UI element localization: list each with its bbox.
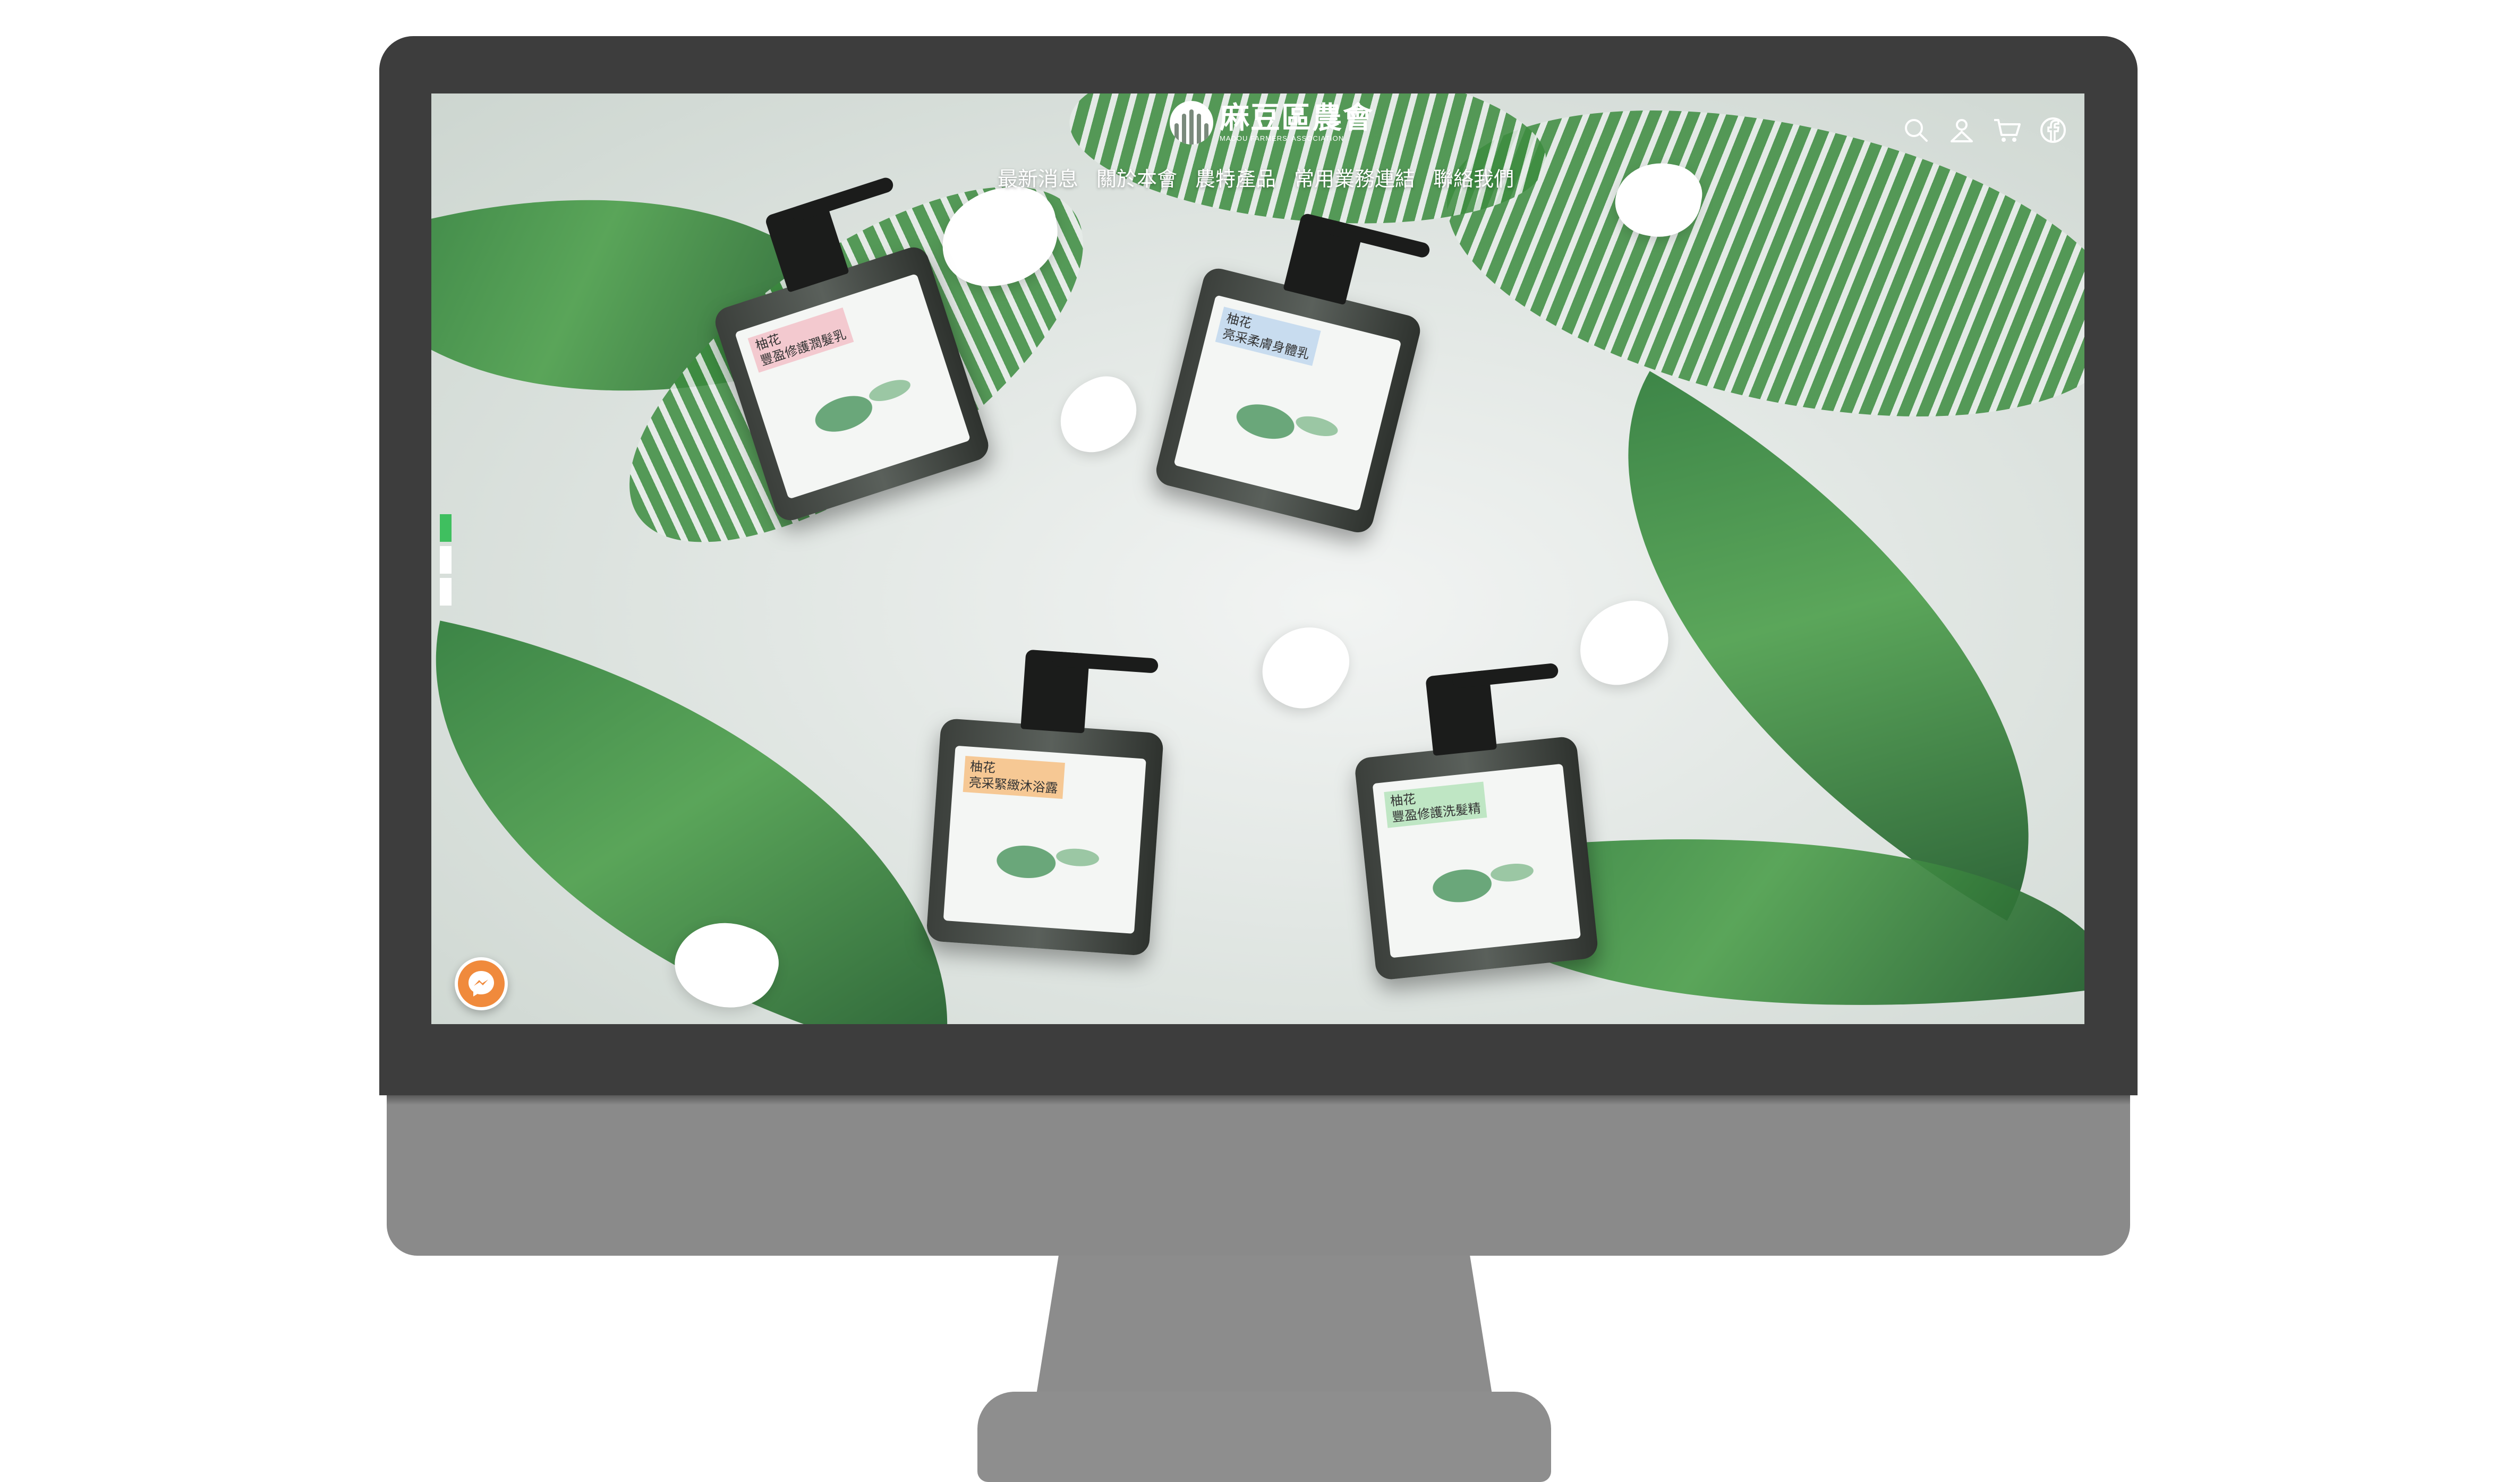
flower-petal — [1249, 610, 1361, 724]
search-icon[interactable] — [1901, 115, 1931, 146]
website-screen: 柚花 豐盈修護潤髮乳 柚花 亮采柔膚身體乳 柚花 亮采緊緻沐浴露 柚花 豐盈修護… — [431, 93, 2084, 1024]
nav-item-services[interactable]: 常用業務連結 — [1294, 163, 1415, 192]
main-navigation: 最新消息 關於本會 農特產品 常用業務連結 聯絡我們 — [998, 163, 1514, 192]
hero-background: 柚花 豐盈修護潤髮乳 柚花 亮采柔膚身體乳 柚花 亮采緊緻沐浴露 柚花 豐盈修護… — [431, 93, 2084, 1024]
logo-text: 麻豆區農會 MADOU FARMERS' ASSOCIATION — [1220, 103, 1374, 143]
logo-name-zh: 麻豆區農會 — [1220, 101, 1374, 135]
member-icon[interactable] — [1946, 115, 1977, 146]
product-bottle: 柚花 亮采緊緻沐浴露 — [925, 644, 1169, 956]
product-label: 柚花 豐盈修護洗髮精 — [1372, 763, 1581, 958]
monitor-chin — [387, 1095, 2130, 1256]
facebook-icon[interactable] — [2038, 115, 2068, 146]
monitor-stand-base — [977, 1392, 1551, 1482]
messenger-icon — [469, 971, 494, 996]
slide-indicator-2[interactable] — [440, 546, 452, 574]
product-illustration — [956, 801, 1132, 893]
logo-mark-icon — [1170, 101, 1213, 144]
site-logo[interactable]: 麻豆區農會 MADOU FARMERS' ASSOCIATION — [1170, 101, 1374, 144]
product-bottle: 柚花 亮采柔膚身體乳 — [1153, 193, 1441, 536]
product-label: 柚花 亮采緊緻沐浴露 — [943, 745, 1146, 934]
slide-indicators — [440, 514, 452, 606]
bottle-nozzle — [1451, 662, 1559, 689]
nav-item-products[interactable]: 農特產品 — [1195, 163, 1276, 192]
messenger-chat-button[interactable] — [455, 957, 508, 1010]
header-icons — [1901, 115, 2068, 146]
flower-petal — [1047, 367, 1149, 463]
product-illustration — [1194, 351, 1378, 470]
logo-name-en: MADOU FARMERS' ASSOCIATION — [1220, 134, 1344, 142]
flower-petal — [1570, 593, 1678, 694]
nav-item-contact[interactable]: 聯絡我們 — [1433, 163, 1514, 192]
nav-item-news[interactable]: 最新消息 — [998, 163, 1078, 192]
product-bottle: 柚花 豐盈修護洗髮精 — [1346, 662, 1599, 981]
cart-icon[interactable] — [1992, 115, 2023, 146]
slide-indicator-1[interactable] — [440, 514, 452, 542]
product-tag: 柚花 亮采緊緻沐浴露 — [963, 756, 1065, 799]
slide-indicator-3[interactable] — [440, 578, 452, 606]
product-illustration — [1389, 820, 1567, 917]
product-tag: 柚花 豐盈修護洗髮精 — [1384, 781, 1487, 828]
nav-item-about[interactable]: 關於本會 — [1096, 163, 1177, 192]
bottle-nozzle — [789, 175, 895, 223]
